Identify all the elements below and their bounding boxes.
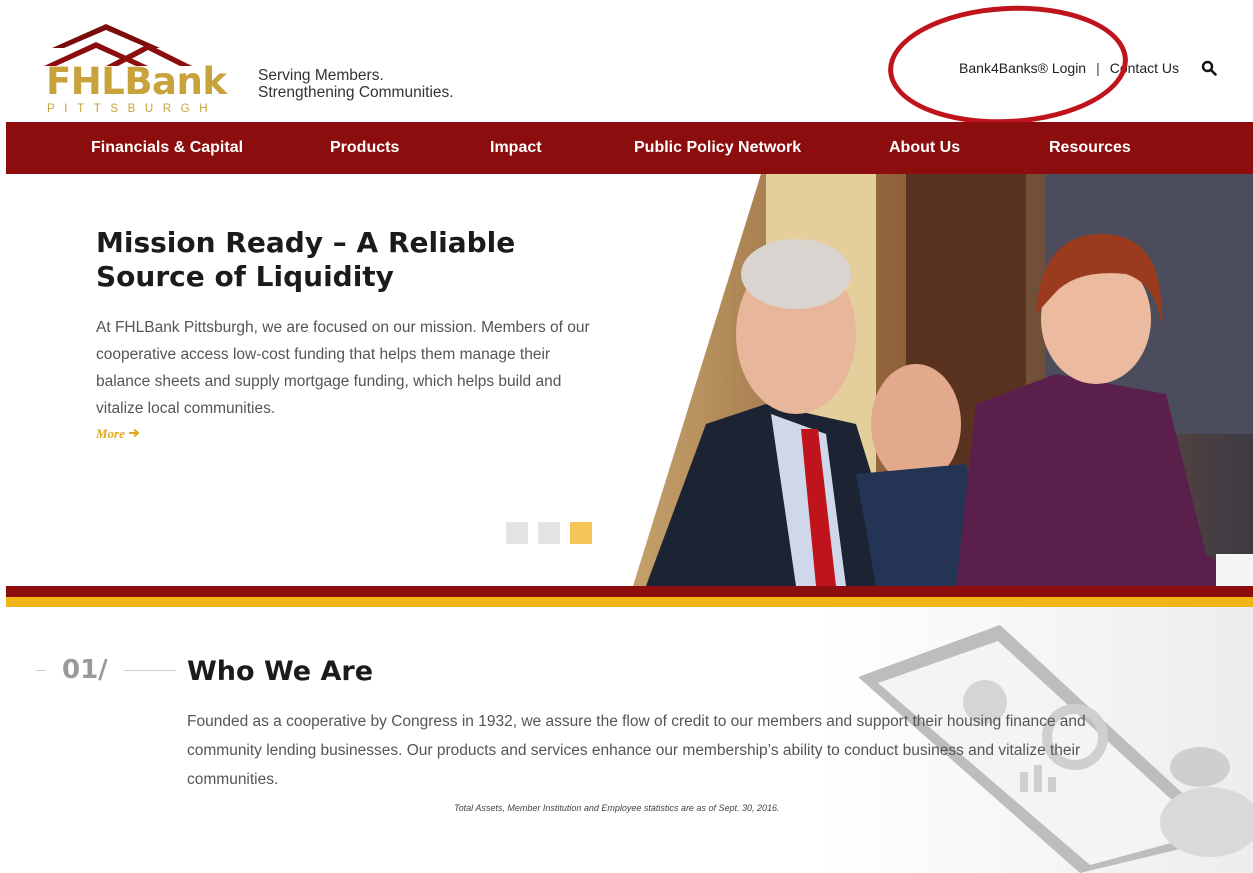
fhlbank-logo[interactable]: FHLBank PITTSBURGH xyxy=(40,22,227,116)
slider-pagination xyxy=(506,522,592,544)
nav-item-impact[interactable]: Impact xyxy=(490,122,542,174)
section-body: Founded as a cooperative by Congress in … xyxy=(187,713,1086,788)
divider-stripe-red xyxy=(6,586,1253,597)
hero-slider: Mission Ready – A Reliable Source of Liq… xyxy=(6,174,1253,586)
arrow-right-icon xyxy=(128,426,140,441)
hero-body: At FHLBank Pittsburgh, we are focused on… xyxy=(96,319,590,417)
logo-wordmark-fhl: FHL xyxy=(46,60,125,103)
site-header: FHLBank PITTSBURGH Serving Members. Stre… xyxy=(0,0,1253,131)
divider-stripe-gold xyxy=(6,597,1253,607)
main-nav: Financials & Capital Products Impact Pub… xyxy=(6,122,1253,174)
section-title: Who We Are xyxy=(187,656,374,687)
section-number: 01/ xyxy=(62,655,108,685)
slider-dot-1[interactable] xyxy=(506,522,528,544)
tagline-line1: Serving Members. xyxy=(258,67,384,84)
statistics-footnote: Total Assets, Member Institution and Emp… xyxy=(454,803,780,813)
bank4banks-login-link[interactable]: Bank4Banks® Login xyxy=(959,60,1086,76)
logo-subtitle: PITTSBURGH xyxy=(47,103,218,115)
hero-more-link[interactable]: More xyxy=(96,426,140,442)
link-separator: | xyxy=(1096,60,1100,76)
contact-us-link[interactable]: Contact Us xyxy=(1110,60,1179,76)
logo-wordmark-bank: Bank xyxy=(124,60,227,103)
nav-item-public-policy-network[interactable]: Public Policy Network xyxy=(634,122,801,174)
tagline: Serving Members. Strengthening Communiti… xyxy=(258,67,454,101)
nav-item-products[interactable]: Products xyxy=(330,122,399,174)
section-number-rule-left xyxy=(36,670,46,671)
nav-item-about-us[interactable]: About Us xyxy=(889,122,960,174)
utility-links: Bank4Banks® Login | Contact Us xyxy=(959,60,1217,76)
who-we-are-section: 01/ Who We Are Founded as a cooperative … xyxy=(0,607,1253,873)
section-number-rule-right xyxy=(124,670,176,671)
hero-more-label: More xyxy=(96,426,125,441)
nav-item-resources[interactable]: Resources xyxy=(1049,122,1131,174)
slider-dot-2[interactable] xyxy=(538,522,560,544)
search-icon[interactable] xyxy=(1201,60,1217,76)
hero-title: Mission Ready – A Reliable Source of Liq… xyxy=(96,226,516,293)
slider-dot-3-active[interactable] xyxy=(570,522,592,544)
tagline-line2: Strengthening Communities. xyxy=(258,84,454,101)
logo-wordmark: FHLBank xyxy=(46,60,227,103)
nav-item-financials-capital[interactable]: Financials & Capital xyxy=(91,122,243,174)
